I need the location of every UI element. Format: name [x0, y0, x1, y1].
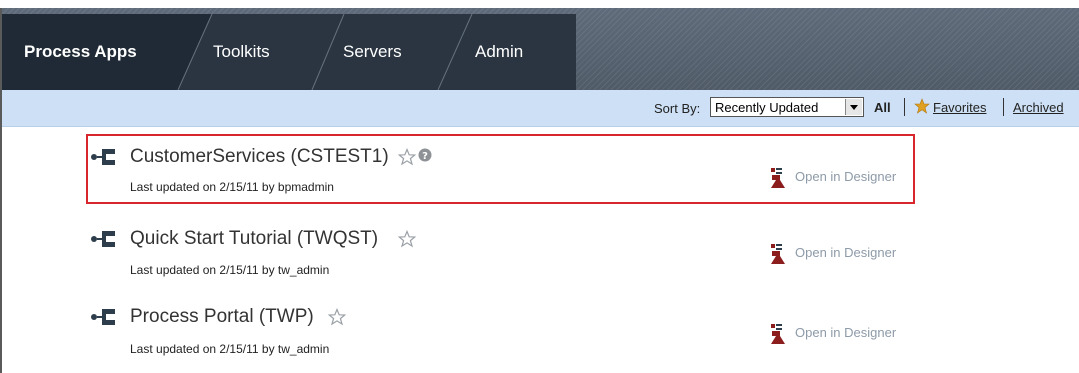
- list-toolbar: Sort By: Recently Updated All Favorites …: [2, 90, 1079, 127]
- open-in-designer-link[interactable]: Open in Designer: [795, 169, 896, 184]
- tab-admin-label[interactable]: Admin: [475, 42, 523, 62]
- sort-select[interactable]: Recently Updated: [710, 97, 864, 117]
- app-last-updated: Last updated on 2/15/11 by bpmadmin: [130, 180, 334, 194]
- star-outline-icon[interactable]: [398, 148, 416, 166]
- tab-toolkits-label[interactable]: Toolkits: [213, 42, 270, 62]
- designer-icon[interactable]: [768, 322, 788, 346]
- tab-servers-label[interactable]: Servers: [343, 42, 402, 62]
- app-last-updated: Last updated on 2/15/11 by tw_admin: [130, 263, 330, 277]
- open-in-designer-link[interactable]: Open in Designer: [795, 245, 896, 260]
- help-icon[interactable]: ?: [418, 148, 432, 162]
- filter-separator: [1003, 98, 1004, 116]
- filter-archived[interactable]: Archived: [1013, 100, 1064, 115]
- designer-icon[interactable]: [768, 166, 788, 190]
- filter-separator: [904, 98, 905, 116]
- app-title[interactable]: CustomerServices (CSTEST1): [130, 146, 389, 168]
- filter-all[interactable]: All: [874, 100, 891, 115]
- top-margin: [0, 0, 1079, 8]
- filter-favorites[interactable]: Favorites: [933, 100, 986, 115]
- app-last-updated: Last updated on 2/15/11 by tw_admin: [130, 342, 330, 356]
- process-app-icon: [91, 309, 115, 325]
- app-title[interactable]: Quick Start Tutorial (TWQST): [130, 228, 378, 250]
- process-app-icon: [91, 149, 115, 165]
- tab-process-apps-label[interactable]: Process Apps: [24, 42, 137, 62]
- chevron-down-icon[interactable]: [845, 99, 862, 115]
- star-outline-icon[interactable]: [398, 230, 416, 248]
- list-item[interactable]: CustomerServices (CSTEST1) ? Last update…: [90, 134, 920, 204]
- sort-by-label: Sort By:: [654, 101, 701, 116]
- tab-shapes: [2, 13, 576, 90]
- star-outline-icon[interactable]: [328, 308, 346, 326]
- process-app-icon: [91, 231, 115, 247]
- main-tab-bar: Process Apps Toolkits Servers Admin: [2, 8, 1079, 90]
- open-in-designer-link[interactable]: Open in Designer: [795, 325, 896, 340]
- star-filled-icon: [914, 98, 930, 114]
- app-title[interactable]: Process Portal (TWP): [130, 306, 314, 328]
- list-item[interactable]: Quick Start Tutorial (TWQST) Last update…: [90, 214, 920, 284]
- sort-select-value: Recently Updated: [715, 100, 819, 115]
- list-item[interactable]: Process Portal (TWP) Last updated on 2/1…: [90, 294, 920, 364]
- designer-icon[interactable]: [768, 242, 788, 266]
- svg-text:?: ?: [422, 151, 428, 162]
